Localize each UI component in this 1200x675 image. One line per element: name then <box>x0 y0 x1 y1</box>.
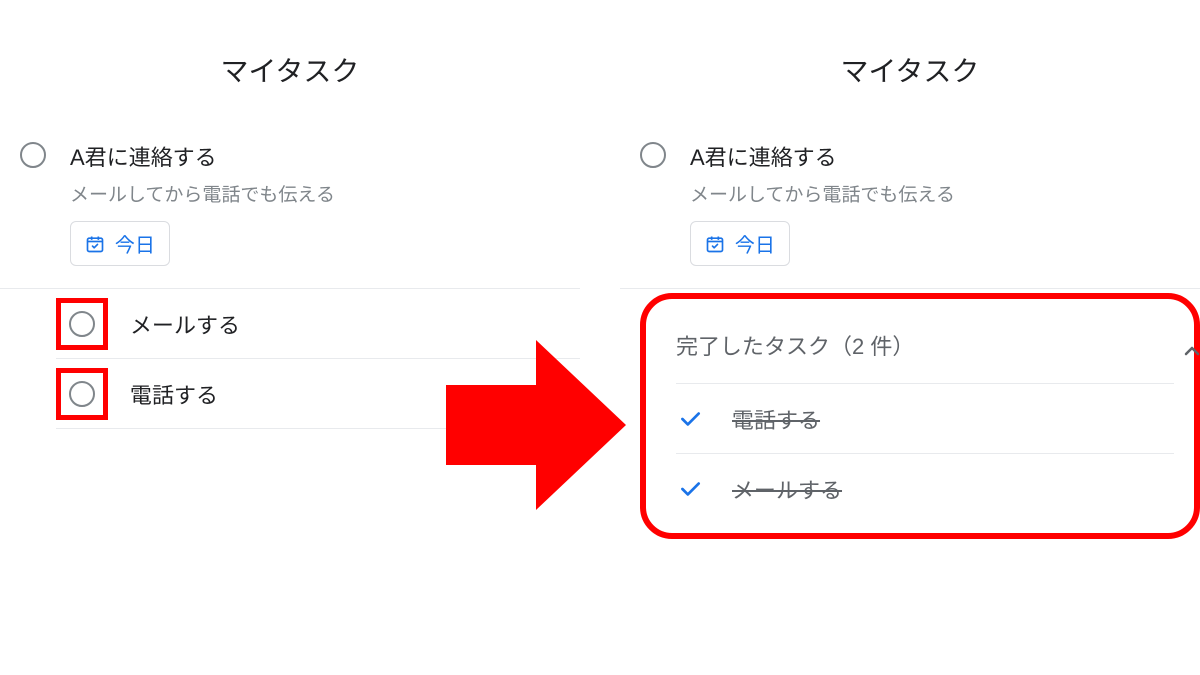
subtask-checkbox-icon[interactable] <box>69 381 95 407</box>
completed-label: 電話する <box>732 403 820 435</box>
task-body: A君に連絡する メールしてから電話でも伝える 今日 <box>690 140 1180 266</box>
date-chip-label: 今日 <box>115 229 155 258</box>
task-title: A君に連絡する <box>690 140 1180 172</box>
subtask-label: 電話する <box>130 378 218 410</box>
completed-label: メールする <box>732 473 842 505</box>
annotation-highlight <box>56 368 108 420</box>
check-icon <box>676 476 704 502</box>
annotation-rounded-box: 完了したタスク（2 件） 電話する メールする <box>640 293 1200 539</box>
subtask-label: メールする <box>130 308 240 340</box>
arrow-icon <box>446 340 626 515</box>
completed-section: 完了したタスク（2 件） 電話する メールする <box>620 293 1200 539</box>
check-icon <box>676 406 704 432</box>
subtask-checkbox-icon[interactable] <box>69 311 95 337</box>
chevron-up-icon[interactable] <box>1180 339 1200 369</box>
completed-item[interactable]: 電話する <box>676 383 1174 453</box>
date-chip[interactable]: 今日 <box>70 221 170 266</box>
task-row[interactable]: A君に連絡する メールしてから電話でも伝える 今日 <box>0 130 580 266</box>
completed-header[interactable]: 完了したタスク（2 件） <box>676 319 1174 383</box>
date-chip[interactable]: 今日 <box>690 221 790 266</box>
completed-item[interactable]: メールする <box>676 453 1174 523</box>
calendar-icon <box>705 234 725 254</box>
task-row[interactable]: A君に連絡する メールしてから電話でも伝える 今日 <box>620 130 1200 266</box>
task-body: A君に連絡する メールしてから電話でも伝える 今日 <box>70 140 560 266</box>
task-checkbox-icon[interactable] <box>640 142 666 168</box>
task-title: A君に連絡する <box>70 140 560 172</box>
date-chip-label: 今日 <box>735 229 775 258</box>
task-subtitle: メールしてから電話でも伝える <box>690 180 1180 207</box>
task-subtitle: メールしてから電話でも伝える <box>70 180 560 207</box>
annotation-highlight <box>56 298 108 350</box>
list-title-right: マイタスク <box>620 0 1200 130</box>
calendar-icon <box>85 234 105 254</box>
list-title-left: マイタスク <box>0 0 580 130</box>
divider <box>620 288 1200 289</box>
right-pane: マイタスク A君に連絡する メールしてから電話でも伝える 今日 完了 <box>620 0 1200 539</box>
task-checkbox-icon[interactable] <box>20 142 46 168</box>
